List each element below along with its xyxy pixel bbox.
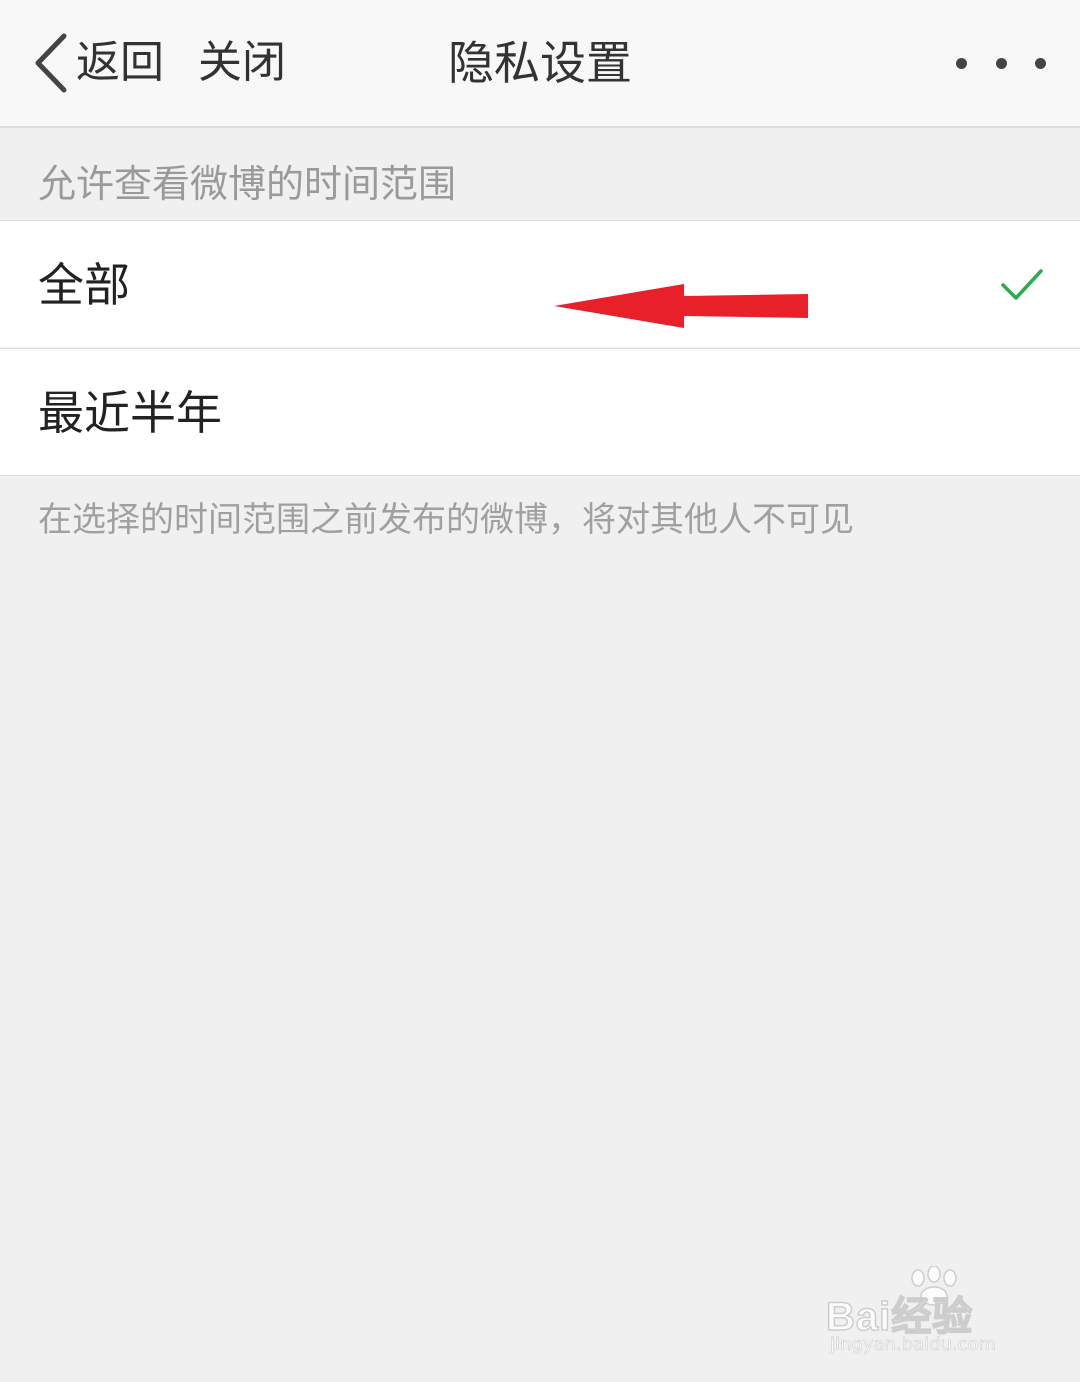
footer-note: 在选择的时间范围之前发布的微博，将对其他人不可见 <box>38 500 854 540</box>
option-all[interactable]: 全部 <box>0 220 1080 347</box>
back-label: 返回 <box>76 37 164 88</box>
back-button[interactable]: 返回 <box>30 28 164 98</box>
more-options-button[interactable] <box>956 40 1046 86</box>
more-dot-icon <box>1035 57 1046 69</box>
privacy-settings-page: 返回 关闭 隐私设置 允许查看微博的时间范围 全部 最近半年 在选择的时间范围之… <box>0 0 1080 1382</box>
section-title: 允许查看微博的时间范围 <box>38 162 457 206</box>
nav-bar: 返回 关闭 隐私设置 <box>0 0 1080 128</box>
option-label: 全部 <box>38 258 130 312</box>
chevron-left-icon <box>35 33 67 93</box>
checkmark-icon <box>1001 269 1043 300</box>
annotation-arrow-icon <box>554 284 808 328</box>
watermark-url: jingyan.baidu.com <box>830 1334 997 1356</box>
baidu-jingyan-watermark: Bai经验 jingyan.baidu.com <box>825 1266 1036 1362</box>
close-button[interactable]: 关闭 <box>198 28 286 98</box>
more-dot-icon <box>995 57 1007 69</box>
more-dot-icon <box>956 57 967 69</box>
option-label: 最近半年 <box>38 386 222 440</box>
option-last-half-year[interactable]: 最近半年 <box>0 348 1080 476</box>
